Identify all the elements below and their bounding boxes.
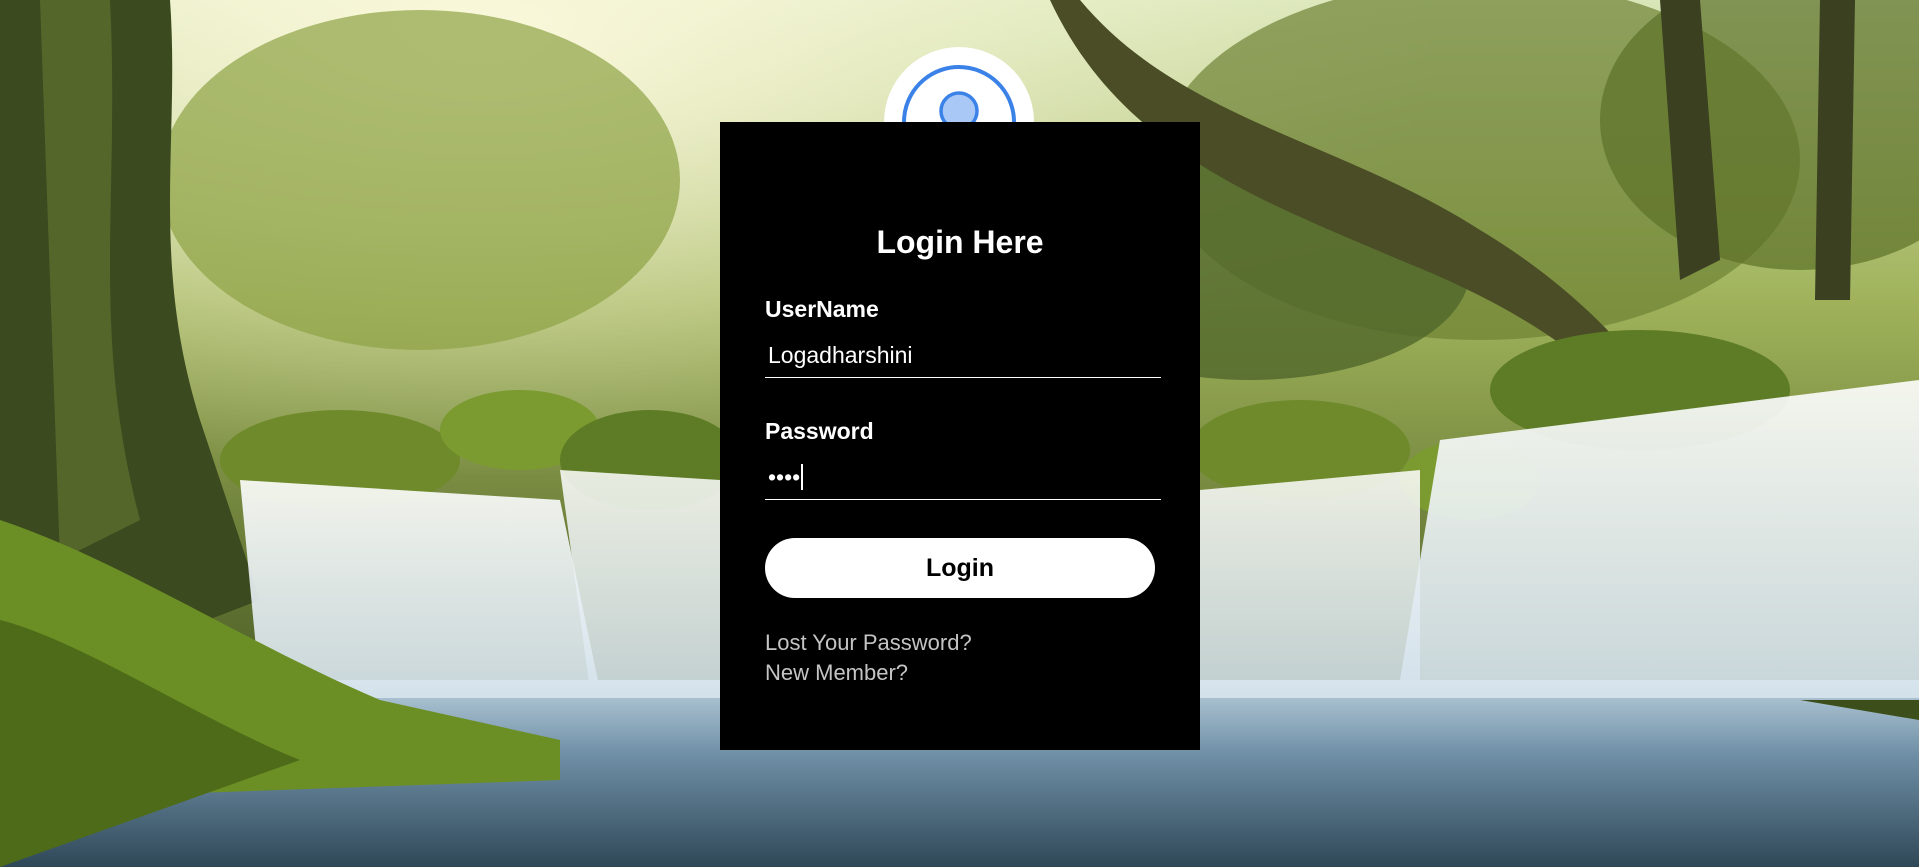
username-label: UserName (765, 296, 879, 322)
password-input[interactable] (765, 456, 1161, 500)
text-cursor (801, 464, 803, 490)
password-label: Password (765, 418, 874, 444)
new-member-link[interactable]: New Member? (765, 660, 908, 686)
login-button[interactable]: Login (765, 538, 1155, 598)
username-input[interactable] (765, 334, 1161, 378)
login-panel: Login Here UserName Password Login Lost … (720, 122, 1200, 750)
page-title: Login Here (876, 224, 1044, 260)
lost-password-link[interactable]: Lost Your Password? (765, 630, 972, 656)
